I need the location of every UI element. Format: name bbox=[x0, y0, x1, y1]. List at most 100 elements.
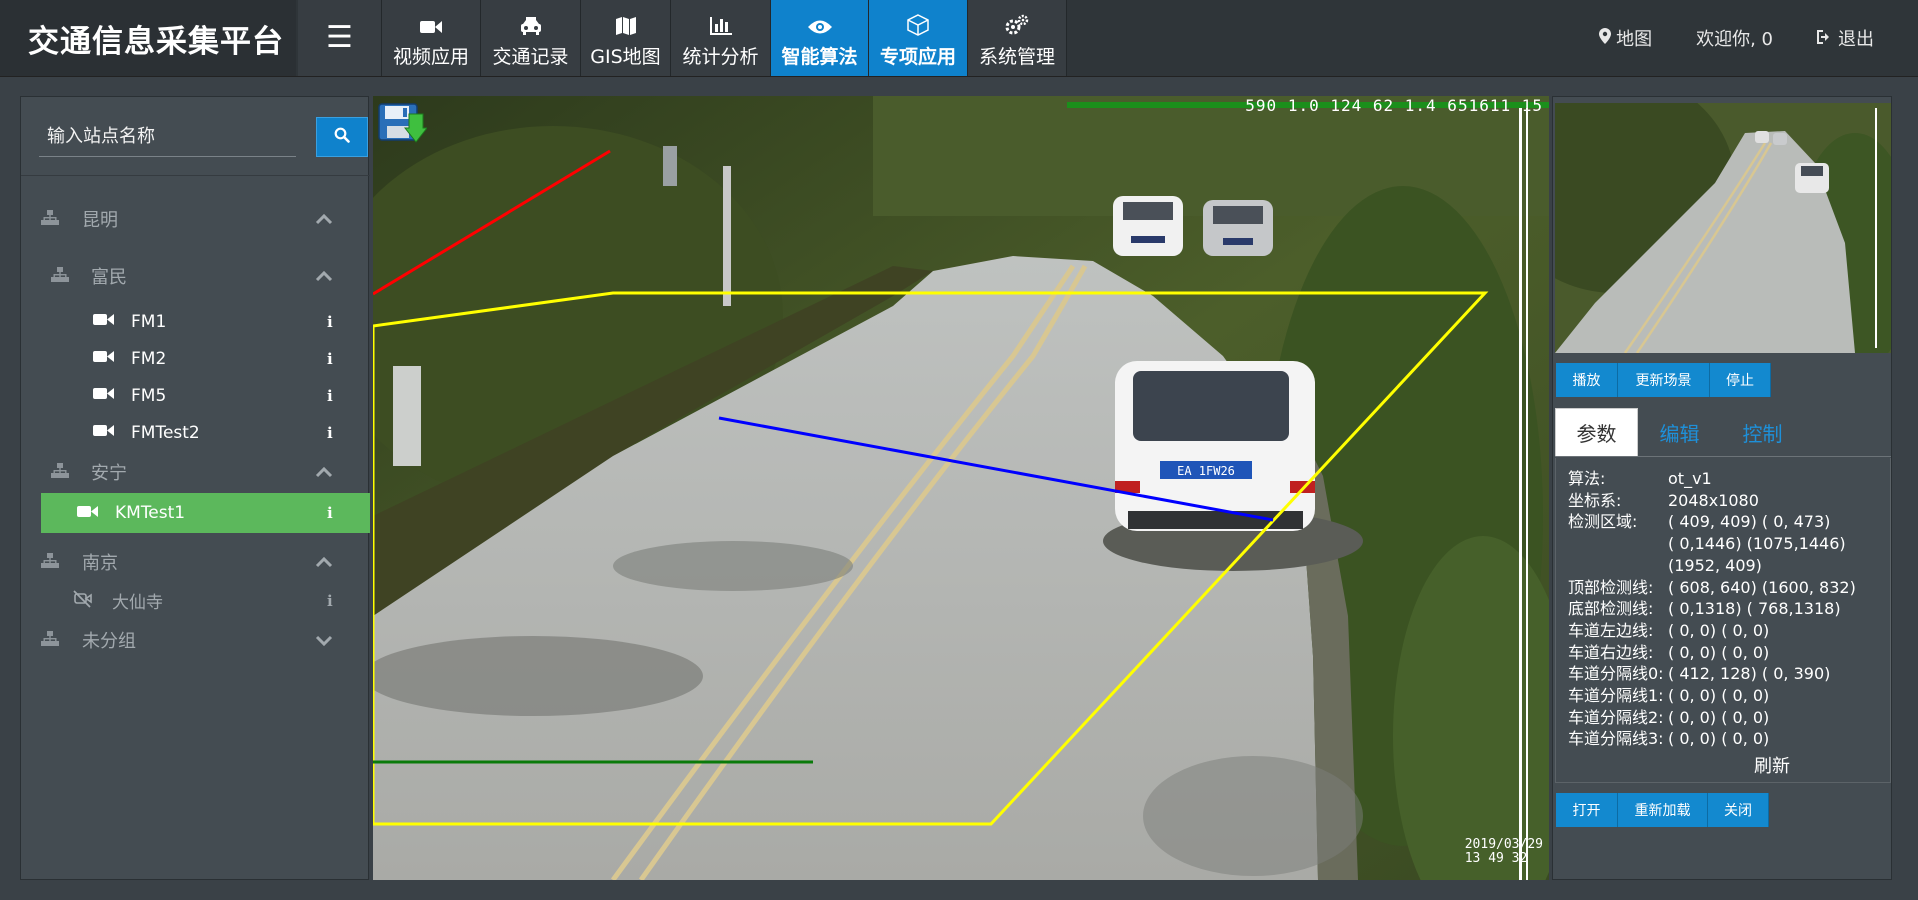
param-value: ( 0, 0) ( 0, 0) bbox=[1668, 729, 1770, 749]
save-snapshot-icon[interactable] bbox=[377, 100, 427, 144]
chevron-down-icon[interactable] bbox=[315, 630, 333, 651]
nav-traffic-records[interactable]: 交通记录 bbox=[481, 0, 581, 76]
station-label: FM1 bbox=[131, 311, 167, 332]
nav-smart-algorithm[interactable]: 智能算法 bbox=[771, 0, 869, 76]
station-item-kmtest1[interactable]: KMTest1 i bbox=[41, 493, 370, 533]
group-anning[interactable]: 安宁 bbox=[21, 453, 370, 491]
station-item-daxiansi[interactable]: 大仙寺 i bbox=[21, 582, 370, 619]
info-icon[interactable]: i bbox=[327, 504, 333, 522]
nav-label: 专项应用 bbox=[879, 46, 956, 68]
nav-system-management[interactable]: 系统管理 bbox=[968, 0, 1067, 76]
nav-label: 视频应用 bbox=[392, 46, 469, 68]
tab-edit[interactable]: 编辑 bbox=[1638, 408, 1721, 456]
main-nav: ☰ 视频应用 交通记录 GIS地图 统计分析 智能算法 专项应用 系统管理 bbox=[298, 0, 1067, 76]
param-row: 车道分隔线2:( 0, 0) ( 0, 0) bbox=[1568, 707, 1890, 729]
menu-toggle-button[interactable]: ☰ bbox=[298, 0, 382, 76]
param-row: 顶部检测线: ( 608, 640) (1600, 832) bbox=[1568, 577, 1890, 599]
chevron-up-icon[interactable] bbox=[315, 552, 333, 573]
open-button[interactable]: 打开 bbox=[1556, 793, 1618, 827]
group-label: 未分组 bbox=[82, 631, 136, 652]
scene-thumbnail bbox=[1555, 103, 1891, 353]
param-value: ( 0, 0) ( 0, 0) bbox=[1668, 686, 1770, 706]
car-icon bbox=[519, 16, 543, 40]
refresh-link[interactable]: 刷新 bbox=[1754, 756, 1790, 778]
param-row: 车道分隔线3:( 0, 0) ( 0, 0) bbox=[1568, 728, 1890, 750]
video-camera-icon bbox=[93, 423, 115, 442]
nav-label: 系统管理 bbox=[978, 46, 1055, 68]
group-fumin[interactable]: 富民 bbox=[21, 257, 370, 295]
stop-button[interactable]: 停止 bbox=[1710, 363, 1771, 397]
osd-top-text: 590 1.0 124 62 1.4 651611 15 bbox=[1245, 96, 1543, 115]
param-key: 车道右边线: bbox=[1568, 642, 1654, 662]
group-nanjing[interactable]: 南京 bbox=[21, 543, 370, 581]
welcome-text: 欢迎你, 0 bbox=[1696, 29, 1773, 50]
nav-gis-map[interactable]: GIS地图 bbox=[581, 0, 671, 76]
param-row: 坐标系: 2048x1080 bbox=[1568, 490, 1890, 512]
param-row: 车道分隔线0:( 412, 128) ( 0, 390) bbox=[1568, 663, 1890, 685]
nav-label: 交通记录 bbox=[492, 46, 569, 68]
param-value: ( 0,1446) (1075,1446) bbox=[1668, 534, 1846, 554]
param-key: 检测区域: bbox=[1568, 512, 1638, 532]
param-value: (1952, 409) bbox=[1668, 555, 1762, 575]
param-value: ( 412, 128) ( 0, 390) bbox=[1668, 664, 1831, 684]
video-camera-icon bbox=[93, 386, 115, 405]
group-kunming[interactable]: 昆明 bbox=[21, 200, 370, 238]
station-item-fm1[interactable]: FM1 i bbox=[21, 303, 370, 340]
info-icon[interactable]: i bbox=[327, 592, 333, 610]
update-scene-button[interactable]: 更新场景 bbox=[1618, 363, 1710, 397]
chevron-up-icon[interactable] bbox=[315, 462, 333, 483]
chevron-up-icon[interactable] bbox=[315, 209, 333, 230]
station-item-fm2[interactable]: FM2 i bbox=[21, 340, 370, 377]
param-value: ( 0, 0) ( 0, 0) bbox=[1668, 642, 1770, 662]
nav-label: GIS地图 bbox=[590, 46, 661, 68]
divider bbox=[21, 175, 370, 176]
chevron-up-icon[interactable] bbox=[315, 266, 333, 287]
param-key: 算法: bbox=[1568, 469, 1606, 488]
video-player[interactable]: EA 1FW26 590 1.0 124 62 1.4 651611 15 20… bbox=[373, 96, 1549, 880]
station-search-input[interactable] bbox=[39, 117, 296, 157]
param-key: 车道分隔线1: bbox=[1568, 686, 1664, 706]
group-label: 安宁 bbox=[91, 463, 127, 484]
panel-tabs: 参数 编辑 控制 bbox=[1555, 408, 1891, 457]
station-label: FM2 bbox=[131, 348, 167, 369]
reload-button[interactable]: 重新加载 bbox=[1618, 793, 1708, 827]
osd-timestamp: 2019/03/29 13 49 32 bbox=[1465, 838, 1543, 866]
sitemap-icon bbox=[41, 630, 59, 650]
map-marker-icon bbox=[1599, 28, 1612, 48]
map-icon bbox=[615, 16, 637, 40]
close-button[interactable]: 关闭 bbox=[1708, 793, 1769, 827]
info-icon[interactable]: i bbox=[327, 313, 333, 331]
info-icon[interactable]: i bbox=[327, 424, 333, 442]
station-item-fm5[interactable]: FM5 i bbox=[21, 377, 370, 414]
map-link[interactable]: 地图 bbox=[1599, 25, 1652, 51]
play-button[interactable]: 播放 bbox=[1556, 363, 1618, 397]
nav-video-app[interactable]: 视频应用 bbox=[382, 0, 481, 76]
info-icon[interactable]: i bbox=[327, 350, 333, 368]
station-search bbox=[39, 117, 368, 157]
sitemap-icon bbox=[41, 552, 59, 572]
station-tree: 昆明 富民 FM1 i FM2 i FM5 i FMTest2 i 安宁 KMT… bbox=[21, 197, 370, 659]
search-button[interactable] bbox=[316, 117, 368, 157]
param-row: 底部检测线: ( 0,1318) ( 768,1318) bbox=[1568, 598, 1890, 620]
nav-special-app[interactable]: 专项应用 bbox=[869, 0, 968, 76]
playback-controls: 播放 更新场景 停止 bbox=[1556, 363, 1771, 397]
nav-label: 智能算法 bbox=[781, 46, 858, 68]
video-frame: EA 1FW26 bbox=[373, 96, 1549, 880]
license-plate: EA 1FW26 bbox=[1177, 464, 1235, 478]
tab-control[interactable]: 控制 bbox=[1721, 408, 1804, 456]
video-camera-icon bbox=[93, 349, 115, 368]
param-row: 检测区域: ( 409, 409) ( 0, 473) bbox=[1568, 511, 1890, 533]
group-label: 富民 bbox=[91, 267, 127, 288]
group-ungrouped[interactable]: 未分组 bbox=[21, 621, 370, 659]
gears-icon bbox=[1004, 14, 1030, 40]
param-value: ( 0, 0) ( 0, 0) bbox=[1668, 620, 1770, 640]
station-sidebar: 昆明 富民 FM1 i FM2 i FM5 i bbox=[20, 96, 370, 880]
station-label: 大仙寺 bbox=[112, 593, 163, 613]
tab-params[interactable]: 参数 bbox=[1555, 408, 1638, 456]
search-icon bbox=[334, 127, 350, 147]
station-item-fmtest2[interactable]: FMTest2 i bbox=[21, 414, 370, 451]
logout-link[interactable]: 退出 bbox=[1817, 25, 1874, 51]
info-icon[interactable]: i bbox=[327, 387, 333, 405]
param-row: ( 0,1446) (1075,1446) bbox=[1568, 533, 1890, 555]
nav-statistics[interactable]: 统计分析 bbox=[671, 0, 771, 76]
